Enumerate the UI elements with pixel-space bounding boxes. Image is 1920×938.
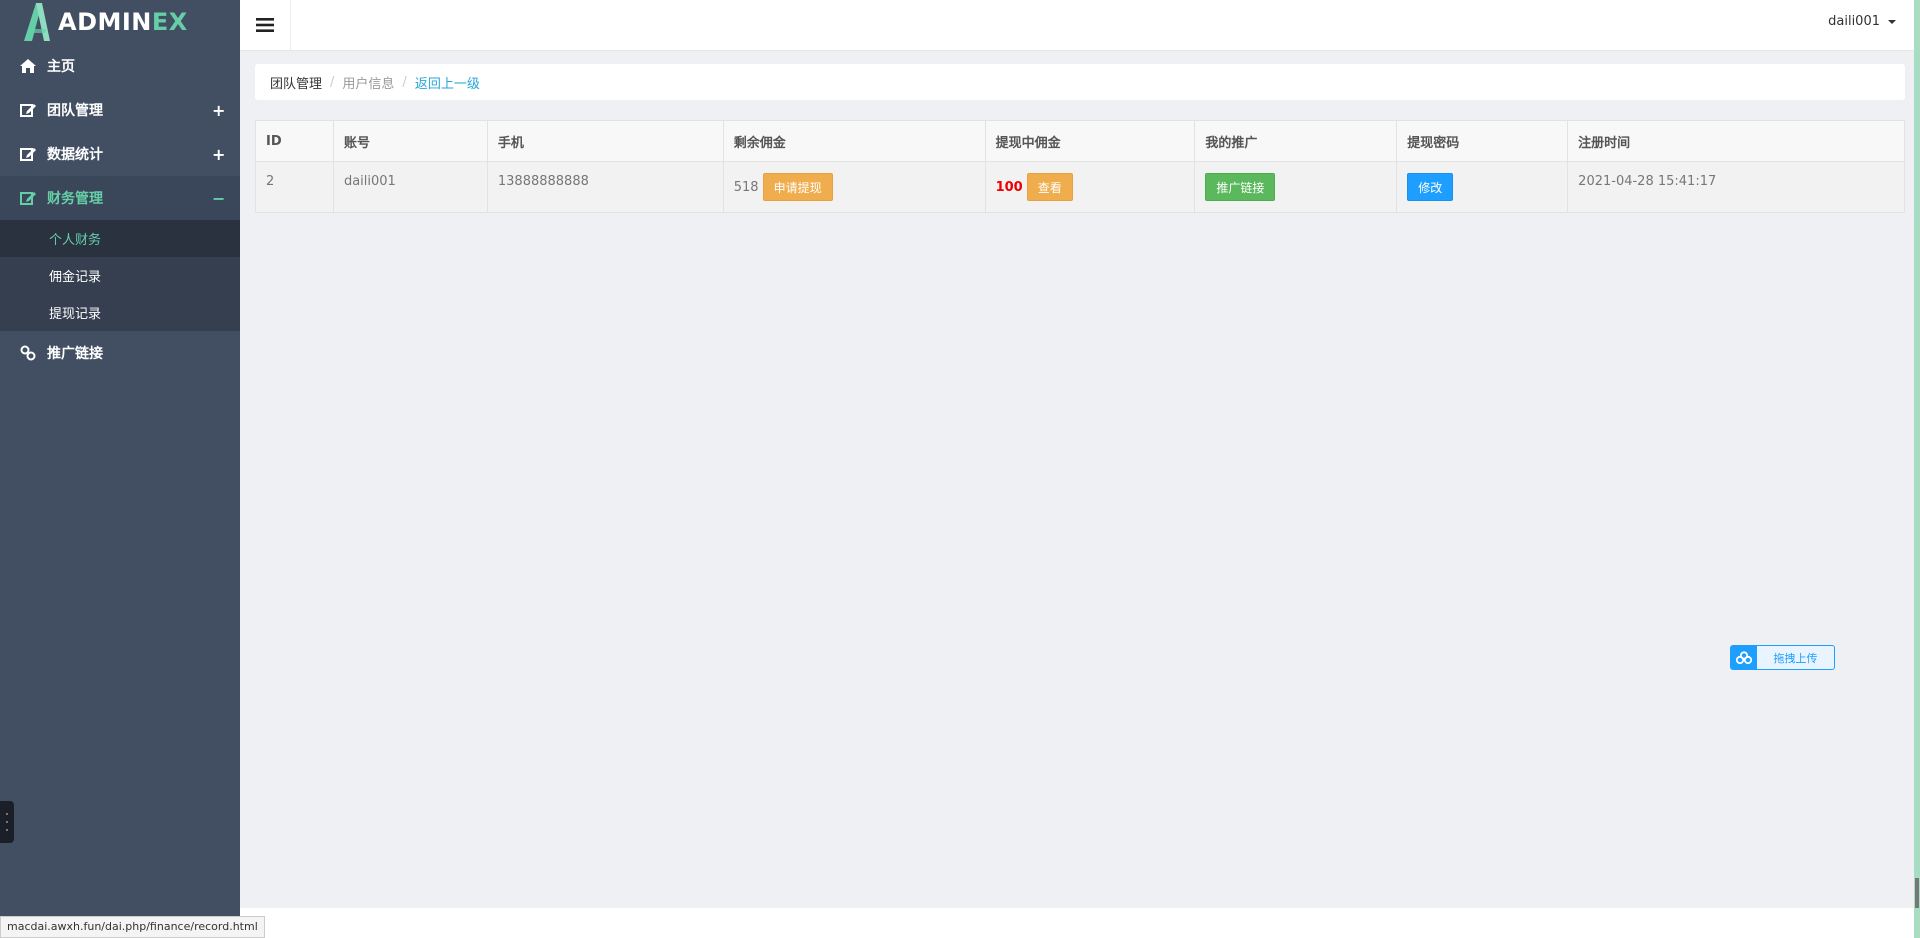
sidebar-item-promo-link[interactable]: 推广链接 [0, 331, 240, 375]
column-header: 提现密码 [1396, 120, 1569, 162]
cell-account: daili001 [332, 161, 488, 213]
column-header: 剩余佣金 [722, 120, 986, 162]
back-link[interactable]: 返回上一级 [415, 73, 480, 92]
brand-name: ADMINEX [58, 8, 188, 36]
column-header: ID [255, 120, 334, 162]
promo-link-button[interactable]: 推广链接 [1205, 173, 1276, 201]
table-row: 2 daili001 13888888888 518 申请提现 100 查看 推广链… [255, 161, 1905, 213]
breadcrumb-separator: / [402, 74, 407, 90]
breadcrumb-team[interactable]: 团队管理 [270, 73, 322, 92]
cell-phone: 13888888888 [486, 161, 724, 213]
upload-label: 拖拽上传 [1773, 651, 1818, 665]
logo[interactable]: ADMINEX [0, 0, 240, 44]
cell-promo: 推广链接 [1194, 161, 1398, 213]
sidebar-item-stats[interactable]: 数据统计 + [0, 132, 240, 176]
breadcrumb-user-info: 用户信息 [342, 76, 395, 92]
expand-icon[interactable]: + [212, 101, 225, 120]
apply-withdraw-button[interactable]: 申请提现 [762, 173, 833, 201]
logo-mark-icon [24, 3, 50, 41]
view-pending-button[interactable]: 查看 [1026, 173, 1073, 201]
cell-pending: 100 查看 [984, 161, 1196, 213]
breadcrumb: 团队管理 / 用户信息 / 返回上一级 [255, 64, 1905, 100]
edit-password-button[interactable]: 修改 [1407, 173, 1454, 201]
footer-band [240, 908, 1914, 938]
edit-icon [20, 146, 38, 162]
table-header-row: ID 账号 手机 剩余佣金 提现中佣金 我的推广 提现密码 注册时间 [255, 120, 1905, 162]
user-finance-table: ID 账号 手机 剩余佣金 提现中佣金 我的推广 提现密码 注册时间 2 dai… [255, 120, 1905, 213]
cell-balance: 518 申请提现 [722, 161, 986, 213]
collapse-icon[interactable]: − [212, 189, 225, 208]
sidebar-item-commission-records[interactable]: 佣金记录 [0, 257, 240, 294]
user-menu[interactable]: daili001 [1828, 14, 1896, 29]
username: daili001 [1828, 14, 1880, 29]
link-icon [20, 345, 38, 361]
column-header: 注册时间 [1567, 120, 1905, 162]
sidebar-item-home[interactable]: 主页 [0, 44, 240, 88]
cell-registered: 2021-04-28 15:41:17 [1567, 161, 1905, 213]
status-bar-url: macdai.awxh.fun/dai.php/finance/record.h… [0, 916, 265, 938]
hamburger-icon [256, 18, 274, 32]
column-header: 账号 [332, 120, 488, 162]
sidebar-nav: 主页 团队管理 + 数据统计 + 财务管理 − 个人财务 佣金记录 提现记录 推… [0, 44, 240, 375]
cell-password: 修改 [1396, 161, 1569, 213]
cloud-icon [1731, 646, 1757, 669]
column-header: 手机 [486, 120, 724, 162]
sidebar-item-finance[interactable]: 财务管理 − [0, 176, 240, 220]
drag-handle[interactable] [0, 801, 14, 843]
sidebar-item-withdraw-records[interactable]: 提现记录 [0, 294, 240, 331]
sidebar: ADMINEX 主页 团队管理 + 数据统计 + 财务管理 − 个人财务 佣金记… [0, 0, 240, 938]
menu-toggle-button[interactable] [240, 0, 291, 50]
pending-value: 100 [995, 179, 1023, 195]
column-header: 我的推广 [1194, 120, 1398, 162]
balance-value: 518 [733, 179, 759, 195]
edit-icon [20, 190, 38, 206]
expand-icon[interactable]: + [212, 145, 225, 164]
column-header: 提现中佣金 [984, 120, 1196, 162]
breadcrumb-separator: / [330, 74, 335, 90]
cell-id: 2 [255, 161, 334, 213]
drag-upload-widget[interactable]: 拖拽上传 [1730, 645, 1835, 670]
home-icon [20, 58, 38, 74]
edit-icon [20, 102, 38, 118]
scrollbar-thumb[interactable] [1915, 878, 1919, 908]
page-scrollbar[interactable] [1914, 0, 1920, 938]
finance-subnav: 个人财务 佣金记录 提现记录 [0, 220, 240, 331]
sidebar-item-team[interactable]: 团队管理 + [0, 88, 240, 132]
sidebar-item-personal-finance[interactable]: 个人财务 [0, 220, 240, 257]
top-header: daili001 [240, 0, 1914, 51]
caret-down-icon [1888, 19, 1896, 24]
